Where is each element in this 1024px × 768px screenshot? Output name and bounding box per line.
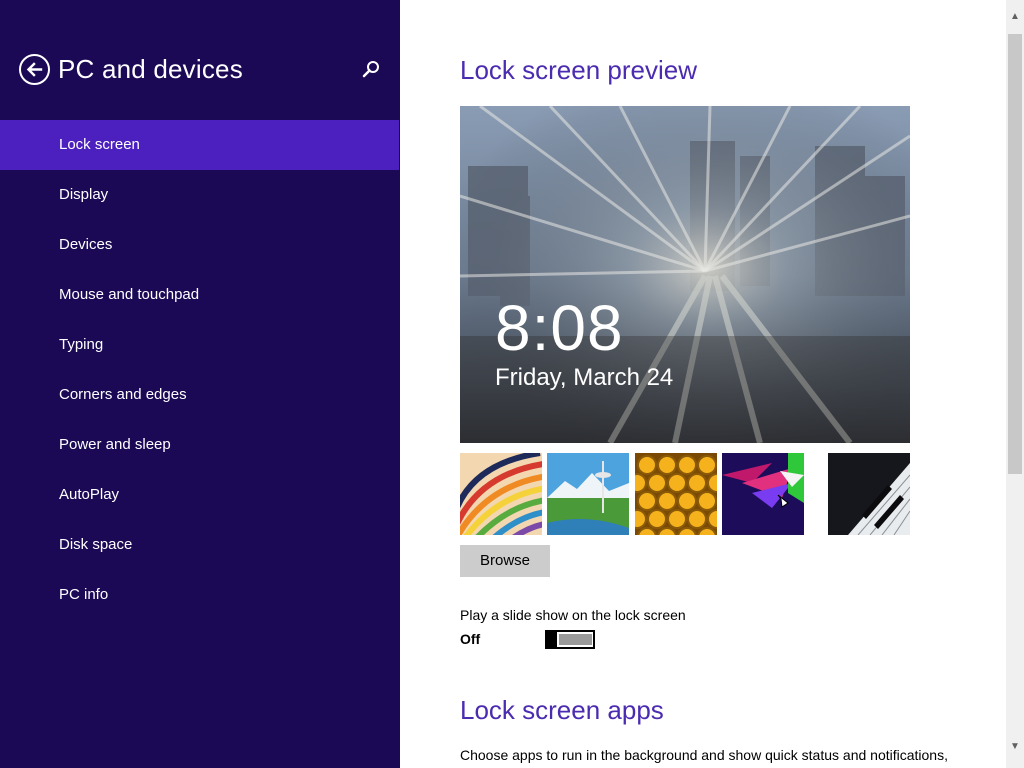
sidebar-nav: Lock screen Display Devices Mouse and to… <box>0 120 399 620</box>
search-button[interactable] <box>360 59 382 81</box>
thumbnail-colorful-geometric[interactable] <box>722 453 804 535</box>
apps-description: Choose apps to run in the background and… <box>460 747 948 763</box>
thumbnail-strip <box>460 453 910 535</box>
thumbnail-piano-keys[interactable] <box>828 453 910 535</box>
sidebar-item-autoplay[interactable]: AutoPlay <box>0 470 399 520</box>
search-icon <box>362 61 379 78</box>
scroll-down-icon[interactable]: ▼ <box>1006 738 1024 756</box>
sidebar-item-pc-info[interactable]: PC info <box>0 570 399 620</box>
back-arrow-icon <box>26 62 43 77</box>
sidebar-item-lock-screen[interactable]: Lock screen <box>0 120 399 170</box>
browse-button[interactable]: Browse <box>460 545 550 577</box>
preview-heading: Lock screen preview <box>460 55 697 85</box>
sidebar-item-display[interactable]: Display <box>0 170 399 220</box>
scroll-thumb[interactable] <box>1008 34 1022 474</box>
sidebar-item-devices[interactable]: Devices <box>0 220 399 270</box>
sidebar-item-power-and-sleep[interactable]: Power and sleep <box>0 420 399 470</box>
back-button[interactable] <box>19 54 50 85</box>
slideshow-state: Off <box>460 631 481 647</box>
sidebar-item-disk-space[interactable]: Disk space <box>0 520 399 570</box>
sidebar-item-typing[interactable]: Typing <box>0 320 399 370</box>
lock-time: 8:08 <box>495 292 624 364</box>
page-title: PC and devices <box>58 54 243 84</box>
thumbnail-space-needle-landscape[interactable] <box>547 453 629 535</box>
toggle-track <box>559 634 592 645</box>
main-content: Lock screen preview 8:08 Friday, March 2… <box>400 0 1006 768</box>
apps-heading: Lock screen apps <box>460 695 664 725</box>
sidebar-item-mouse-and-touchpad[interactable]: Mouse and touchpad <box>0 270 399 320</box>
lock-date: Friday, March 24 <box>495 364 674 391</box>
preview-image <box>460 106 910 443</box>
thumbnail-rainbow-stripes[interactable] <box>460 453 542 535</box>
sidebar-item-corners-and-edges[interactable]: Corners and edges <box>0 370 399 420</box>
thumbnail-honeycomb[interactable] <box>635 453 717 535</box>
slideshow-label: Play a slide show on the lock screen <box>460 607 686 623</box>
scroll-up-icon[interactable]: ▲ <box>1006 8 1024 26</box>
vertical-scrollbar[interactable]: ▲ ▼ <box>1006 0 1024 768</box>
sidebar: PC and devices Lock screen Display Devic… <box>0 0 400 768</box>
lock-screen-preview: 8:08 Friday, March 24 <box>460 106 910 443</box>
slideshow-toggle[interactable] <box>545 630 595 649</box>
toggle-knob[interactable] <box>545 630 557 649</box>
